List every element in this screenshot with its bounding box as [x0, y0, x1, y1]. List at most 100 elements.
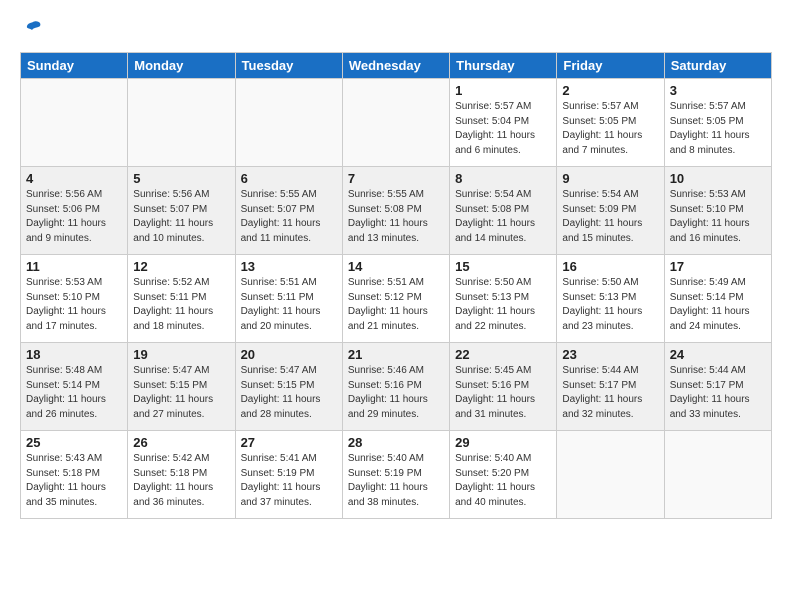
day-number: 28	[348, 435, 444, 450]
calendar-cell: 13 Sunrise: 5:51 AM Sunset: 5:11 PM Dayli…	[235, 255, 342, 343]
day-info: Sunrise: 5:53 AM Sunset: 5:10 PM Dayligh…	[26, 276, 122, 334]
calendar-table: SundayMondayTuesdayWednesdayThursdayFrid…	[20, 52, 772, 519]
day-number: 13	[241, 259, 337, 274]
day-info: Sunrise: 5:53 AM Sunset: 5:10 PM Dayligh…	[670, 188, 766, 246]
day-number: 19	[133, 347, 229, 362]
calendar-cell: 8 Sunrise: 5:54 AM Sunset: 5:08 PM Daylig…	[450, 167, 557, 255]
weekday-header-sunday: Sunday	[21, 53, 128, 79]
day-info: Sunrise: 5:44 AM Sunset: 5:17 PM Dayligh…	[562, 364, 658, 422]
logo	[20, 18, 44, 46]
day-info: Sunrise: 5:55 AM Sunset: 5:07 PM Dayligh…	[241, 188, 337, 246]
day-info: Sunrise: 5:49 AM Sunset: 5:14 PM Dayligh…	[670, 276, 766, 334]
calendar-cell: 20 Sunrise: 5:47 AM Sunset: 5:15 PM Dayli…	[235, 343, 342, 431]
day-info: Sunrise: 5:42 AM Sunset: 5:18 PM Dayligh…	[133, 452, 229, 510]
calendar-cell	[21, 79, 128, 167]
day-info: Sunrise: 5:40 AM Sunset: 5:20 PM Dayligh…	[455, 452, 551, 510]
logo-bird-icon	[22, 18, 44, 46]
day-info: Sunrise: 5:54 AM Sunset: 5:08 PM Dayligh…	[455, 188, 551, 246]
day-number: 14	[348, 259, 444, 274]
day-number: 26	[133, 435, 229, 450]
day-number: 7	[348, 171, 444, 186]
day-number: 18	[26, 347, 122, 362]
calendar-cell: 21 Sunrise: 5:46 AM Sunset: 5:16 PM Dayli…	[342, 343, 449, 431]
day-info: Sunrise: 5:43 AM Sunset: 5:18 PM Dayligh…	[26, 452, 122, 510]
weekday-header-saturday: Saturday	[664, 53, 771, 79]
day-number: 23	[562, 347, 658, 362]
day-number: 15	[455, 259, 551, 274]
day-info: Sunrise: 5:54 AM Sunset: 5:09 PM Dayligh…	[562, 188, 658, 246]
calendar-cell	[557, 431, 664, 519]
day-number: 27	[241, 435, 337, 450]
day-number: 12	[133, 259, 229, 274]
day-info: Sunrise: 5:41 AM Sunset: 5:19 PM Dayligh…	[241, 452, 337, 510]
calendar-cell: 17 Sunrise: 5:49 AM Sunset: 5:14 PM Dayli…	[664, 255, 771, 343]
calendar-cell: 2 Sunrise: 5:57 AM Sunset: 5:05 PM Daylig…	[557, 79, 664, 167]
day-info: Sunrise: 5:47 AM Sunset: 5:15 PM Dayligh…	[133, 364, 229, 422]
day-number: 21	[348, 347, 444, 362]
calendar-cell: 29 Sunrise: 5:40 AM Sunset: 5:20 PM Dayli…	[450, 431, 557, 519]
calendar-cell: 3 Sunrise: 5:57 AM Sunset: 5:05 PM Daylig…	[664, 79, 771, 167]
calendar-cell: 9 Sunrise: 5:54 AM Sunset: 5:09 PM Daylig…	[557, 167, 664, 255]
day-number: 11	[26, 259, 122, 274]
day-number: 6	[241, 171, 337, 186]
day-number: 2	[562, 83, 658, 98]
day-number: 24	[670, 347, 766, 362]
day-info: Sunrise: 5:50 AM Sunset: 5:13 PM Dayligh…	[455, 276, 551, 334]
calendar-cell: 15 Sunrise: 5:50 AM Sunset: 5:13 PM Dayli…	[450, 255, 557, 343]
day-number: 29	[455, 435, 551, 450]
calendar-cell: 27 Sunrise: 5:41 AM Sunset: 5:19 PM Dayli…	[235, 431, 342, 519]
weekday-header-thursday: Thursday	[450, 53, 557, 79]
calendar-cell: 1 Sunrise: 5:57 AM Sunset: 5:04 PM Daylig…	[450, 79, 557, 167]
calendar-cell: 11 Sunrise: 5:53 AM Sunset: 5:10 PM Dayli…	[21, 255, 128, 343]
day-info: Sunrise: 5:51 AM Sunset: 5:12 PM Dayligh…	[348, 276, 444, 334]
header	[20, 18, 772, 46]
day-info: Sunrise: 5:57 AM Sunset: 5:05 PM Dayligh…	[562, 100, 658, 158]
calendar-cell: 12 Sunrise: 5:52 AM Sunset: 5:11 PM Dayli…	[128, 255, 235, 343]
page: SundayMondayTuesdayWednesdayThursdayFrid…	[0, 0, 792, 529]
calendar-cell: 4Sunrise: 5:56 AM Sunset: 5:06 PM Daylig…	[21, 167, 128, 255]
day-number: 16	[562, 259, 658, 274]
calendar-week-4: 18 Sunrise: 5:48 AM Sunset: 5:14 PM Dayli…	[21, 343, 772, 431]
day-info: Sunrise: 5:56 AM Sunset: 5:07 PM Dayligh…	[133, 188, 229, 246]
calendar-cell: 24 Sunrise: 5:44 AM Sunset: 5:17 PM Dayli…	[664, 343, 771, 431]
calendar-cell	[235, 79, 342, 167]
calendar-cell: 23 Sunrise: 5:44 AM Sunset: 5:17 PM Dayli…	[557, 343, 664, 431]
calendar-cell: 25 Sunrise: 5:43 AM Sunset: 5:18 PM Dayli…	[21, 431, 128, 519]
day-number: 17	[670, 259, 766, 274]
day-number: 3	[670, 83, 766, 98]
day-number: 4	[26, 171, 122, 186]
day-info: Sunrise: 5:48 AM Sunset: 5:14 PM Dayligh…	[26, 364, 122, 422]
day-info: Sunrise: 5:57 AM Sunset: 5:05 PM Dayligh…	[670, 100, 766, 158]
day-info: Sunrise: 5:45 AM Sunset: 5:16 PM Dayligh…	[455, 364, 551, 422]
calendar-week-1: 1 Sunrise: 5:57 AM Sunset: 5:04 PM Daylig…	[21, 79, 772, 167]
weekday-header-monday: Monday	[128, 53, 235, 79]
calendar-cell: 19 Sunrise: 5:47 AM Sunset: 5:15 PM Dayli…	[128, 343, 235, 431]
day-info: Sunrise: 5:50 AM Sunset: 5:13 PM Dayligh…	[562, 276, 658, 334]
calendar-cell	[128, 79, 235, 167]
calendar-cell	[664, 431, 771, 519]
day-info: Sunrise: 5:52 AM Sunset: 5:11 PM Dayligh…	[133, 276, 229, 334]
day-number: 9	[562, 171, 658, 186]
day-number: 1	[455, 83, 551, 98]
day-info: Sunrise: 5:47 AM Sunset: 5:15 PM Dayligh…	[241, 364, 337, 422]
calendar-cell: 6 Sunrise: 5:55 AM Sunset: 5:07 PM Daylig…	[235, 167, 342, 255]
calendar-cell: 16 Sunrise: 5:50 AM Sunset: 5:13 PM Dayli…	[557, 255, 664, 343]
calendar-cell: 5 Sunrise: 5:56 AM Sunset: 5:07 PM Daylig…	[128, 167, 235, 255]
day-info: Sunrise: 5:46 AM Sunset: 5:16 PM Dayligh…	[348, 364, 444, 422]
header-row: SundayMondayTuesdayWednesdayThursdayFrid…	[21, 53, 772, 79]
day-info: Sunrise: 5:40 AM Sunset: 5:19 PM Dayligh…	[348, 452, 444, 510]
calendar-cell: 18 Sunrise: 5:48 AM Sunset: 5:14 PM Dayli…	[21, 343, 128, 431]
day-info: Sunrise: 5:44 AM Sunset: 5:17 PM Dayligh…	[670, 364, 766, 422]
calendar-cell: 7 Sunrise: 5:55 AM Sunset: 5:08 PM Daylig…	[342, 167, 449, 255]
day-info: Sunrise: 5:51 AM Sunset: 5:11 PM Dayligh…	[241, 276, 337, 334]
day-number: 8	[455, 171, 551, 186]
day-number: 5	[133, 171, 229, 186]
day-number: 25	[26, 435, 122, 450]
day-number: 20	[241, 347, 337, 362]
day-info: Sunrise: 5:57 AM Sunset: 5:04 PM Dayligh…	[455, 100, 551, 158]
calendar-cell: 14 Sunrise: 5:51 AM Sunset: 5:12 PM Dayli…	[342, 255, 449, 343]
weekday-header-tuesday: Tuesday	[235, 53, 342, 79]
weekday-header-friday: Friday	[557, 53, 664, 79]
day-info: Sunrise: 5:55 AM Sunset: 5:08 PM Dayligh…	[348, 188, 444, 246]
calendar-cell: 10Sunrise: 5:53 AM Sunset: 5:10 PM Dayli…	[664, 167, 771, 255]
